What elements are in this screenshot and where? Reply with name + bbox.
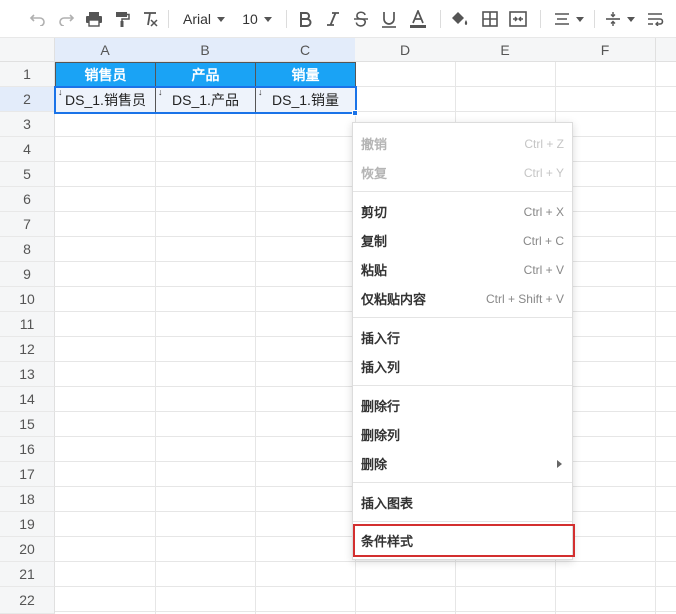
grid-line	[255, 62, 256, 614]
menu-separator	[353, 385, 572, 386]
expand-down-icon: ↓	[258, 87, 263, 97]
borders-icon[interactable]	[479, 8, 501, 30]
column-header-f[interactable]: F	[555, 38, 656, 62]
font-size-value: 10	[242, 11, 258, 27]
clear-format-icon[interactable]	[139, 8, 161, 30]
menu-separator	[353, 191, 572, 192]
menu-item-delete-row[interactable]: 删除行	[353, 391, 572, 420]
toolbar-separator	[440, 10, 441, 28]
merge-cells-icon[interactable]	[507, 8, 529, 30]
toolbar: Arial 10	[0, 0, 676, 38]
font-size-select[interactable]: 10	[238, 8, 276, 30]
row-header[interactable]: 3	[0, 112, 55, 137]
row-header[interactable]: 11	[0, 312, 55, 337]
menu-item-insert-chart[interactable]: 插入图表	[353, 488, 572, 517]
italic-icon[interactable]	[322, 8, 344, 30]
row-header[interactable]: 15	[0, 412, 55, 437]
menu-item-insert-column[interactable]: 插入列	[353, 352, 572, 381]
cell-c2[interactable]: ↓ DS_1.销量	[255, 87, 356, 113]
menu-separator	[353, 482, 572, 483]
font-family-select[interactable]: Arial	[178, 8, 230, 30]
expand-down-icon: ↓	[58, 87, 63, 97]
underline-icon[interactable]	[378, 8, 400, 30]
row-header[interactable]: 10	[0, 287, 55, 312]
row-header[interactable]: 22	[0, 587, 55, 614]
print-icon[interactable]	[83, 8, 105, 30]
menu-separator	[353, 521, 572, 522]
menu-item-cut[interactable]: 剪切 Ctrl + X	[353, 197, 572, 226]
row-header[interactable]: 21	[0, 562, 55, 587]
column-header-c[interactable]: C	[255, 38, 356, 62]
chevron-down-icon	[217, 16, 225, 22]
chevron-right-icon	[557, 459, 562, 468]
menu-item-delete-column[interactable]: 删除列	[353, 420, 572, 449]
row-header[interactable]: 2	[0, 87, 55, 112]
row-header[interactable]: 13	[0, 362, 55, 387]
column-header-d[interactable]: D	[355, 38, 456, 62]
cell-b2-value: DS_1.产品	[172, 92, 239, 108]
row-header[interactable]: 4	[0, 137, 55, 162]
expand-down-icon: ↓	[158, 87, 163, 97]
cell-c1[interactable]: 销量	[255, 62, 356, 88]
grid-line	[655, 62, 656, 614]
cell-a2-value: DS_1.销售员	[65, 92, 146, 108]
column-header-b[interactable]: B	[155, 38, 256, 62]
redo-icon[interactable]	[55, 8, 77, 30]
font-color-icon[interactable]	[406, 8, 430, 30]
align-vertical-select[interactable]	[603, 8, 637, 30]
toolbar-separator	[594, 10, 595, 28]
cell-a2[interactable]: ↓ DS_1.销售员	[55, 87, 156, 113]
menu-item-paste[interactable]: 粘贴 Ctrl + V	[353, 255, 572, 284]
align-horizontal-select[interactable]	[552, 8, 586, 30]
menu-separator	[353, 317, 572, 318]
column-header-a[interactable]: A	[55, 38, 156, 62]
menu-item-undo[interactable]: 撤销 Ctrl + Z	[353, 129, 572, 158]
toolbar-separator	[286, 10, 287, 28]
grid-line	[155, 62, 156, 614]
menu-item-copy[interactable]: 复制 Ctrl + C	[353, 226, 572, 255]
chevron-down-icon	[576, 16, 584, 22]
row-header[interactable]: 1	[0, 62, 55, 87]
grid-line	[55, 561, 676, 562]
chevron-down-icon	[627, 16, 635, 22]
row-header[interactable]: 14	[0, 387, 55, 412]
cell-a1[interactable]: 销售员	[55, 62, 156, 88]
row-header[interactable]: 17	[0, 462, 55, 487]
menu-item-insert-row[interactable]: 插入行	[353, 323, 572, 352]
row-header[interactable]: 5	[0, 162, 55, 187]
toolbar-separator	[168, 10, 169, 28]
menu-item-conditional-style[interactable]: 条件样式	[353, 524, 575, 557]
undo-icon[interactable]	[27, 8, 49, 30]
row-header[interactable]: 8	[0, 237, 55, 262]
cell-b1[interactable]: 产品	[155, 62, 256, 88]
row-header[interactable]: 18	[0, 487, 55, 512]
menu-item-delete[interactable]: 删除	[353, 449, 572, 478]
cell-c2-value: DS_1.销量	[272, 92, 339, 108]
row-header[interactable]: 9	[0, 262, 55, 287]
grid-line	[55, 611, 676, 612]
chevron-down-icon	[263, 16, 272, 22]
row-header[interactable]: 6	[0, 187, 55, 212]
fill-color-icon[interactable]	[449, 8, 471, 30]
format-painter-icon[interactable]	[111, 8, 133, 30]
font-family-value: Arial	[182, 11, 211, 27]
row-header[interactable]: 19	[0, 512, 55, 537]
strikethrough-icon[interactable]	[350, 8, 372, 30]
grid-line	[55, 586, 676, 587]
select-all-corner[interactable]	[0, 38, 55, 62]
column-header-e[interactable]: E	[455, 38, 556, 62]
row-header[interactable]: 7	[0, 212, 55, 237]
toolbar-separator	[540, 10, 541, 28]
menu-item-redo[interactable]: 恢复 Ctrl + Y	[353, 158, 572, 187]
fill-handle[interactable]	[352, 110, 358, 116]
cell-b2[interactable]: ↓ DS_1.产品	[155, 87, 256, 113]
row-header[interactable]: 12	[0, 337, 55, 362]
bold-icon[interactable]	[294, 8, 316, 30]
row-header[interactable]: 16	[0, 437, 55, 462]
menu-item-paste-values[interactable]: 仅粘贴内容 Ctrl + Shift + V	[353, 284, 572, 313]
wrap-text-icon[interactable]	[645, 8, 667, 30]
context-menu: 撤销 Ctrl + Z 恢复 Ctrl + Y 剪切 Ctrl + X 复制 C…	[352, 122, 575, 560]
row-header[interactable]: 20	[0, 537, 55, 562]
